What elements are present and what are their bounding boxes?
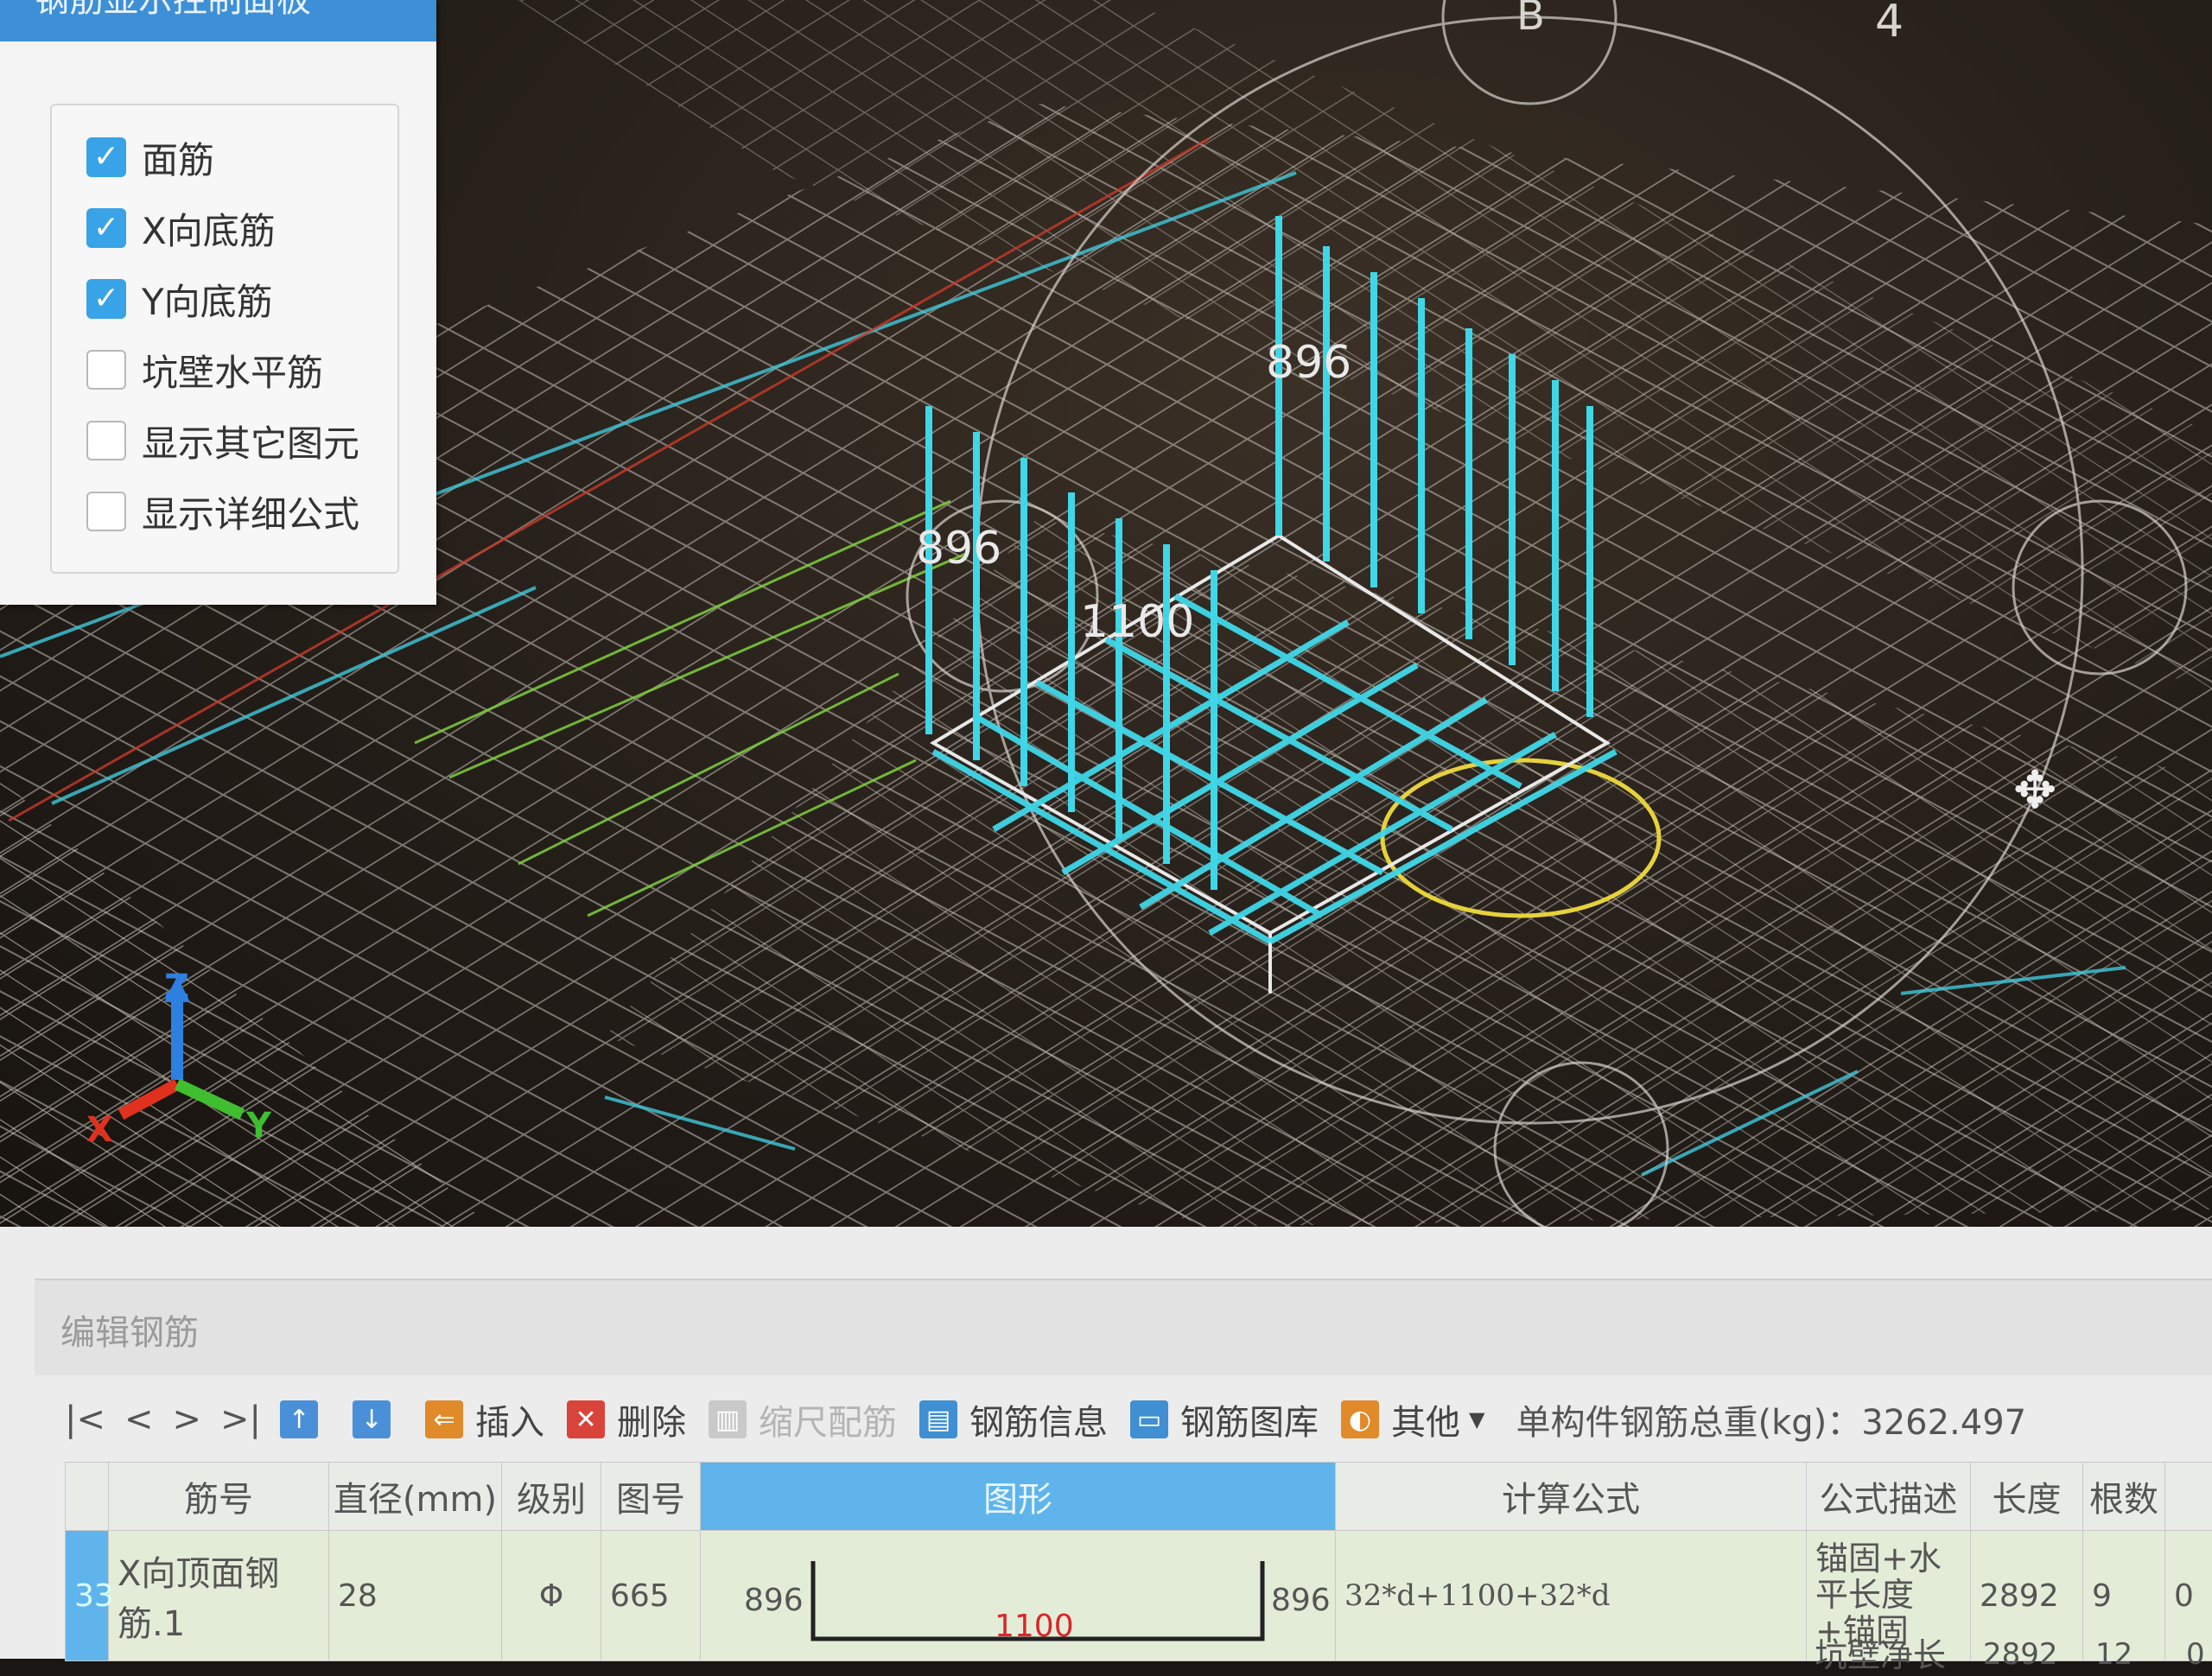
rebar-library-button[interactable]: ▭ 钢筋图库 bbox=[1130, 1394, 1319, 1444]
shape-mid-dim: 1100 bbox=[995, 1609, 1074, 1644]
grid-bubble-4: 4 bbox=[1875, 0, 1904, 48]
cell-formula[interactable]: 32*d+1100+32*d bbox=[1336, 1531, 1807, 1661]
shape-right-dim: 896 bbox=[1271, 1583, 1331, 1618]
axis-z-label: Z bbox=[164, 968, 189, 1007]
delete-icon: ✕ bbox=[567, 1400, 605, 1438]
rebar-editor-panel: 编辑钢筋 |< < > >| ↑ ↓ ⇐ 插入 ✕ 删除 ▥ 缩尺配筋 ▤ 钢筋信息 ▭… bbox=[0, 1227, 2212, 1659]
panel-title: 钢筋显示控制面板 bbox=[0, 0, 436, 41]
col-header-length[interactable]: 长度 bbox=[1971, 1463, 2083, 1531]
rebar-info-label: 钢筋信息 bbox=[969, 1394, 1108, 1444]
checkbox-group: ✓ 面筋 ✓ X向底筋 ✓ Y向底筋 坑壁水平筋 显示其它图元 显示详细公式 bbox=[50, 104, 399, 574]
nav-prev-button[interactable]: < bbox=[124, 1400, 154, 1439]
delete-button[interactable]: ✕ 删除 bbox=[567, 1394, 686, 1444]
other-dropdown-button[interactable]: ◐ 其他 ▼ bbox=[1341, 1394, 1484, 1444]
next-row-length: 2892 bbox=[1983, 1637, 2058, 1672]
col-header-formula[interactable]: 计算公式 bbox=[1336, 1463, 1807, 1531]
option-x-bottom-bars[interactable]: ✓ X向底筋 bbox=[86, 202, 276, 254]
grid-bubble-b: B bbox=[1516, 0, 1545, 40]
checkbox-checked-icon[interactable]: ✓ bbox=[86, 137, 126, 177]
insert-button[interactable]: ⇐ 插入 bbox=[425, 1394, 544, 1444]
editor-header: 编辑钢筋 bbox=[35, 1279, 2212, 1375]
move-cursor-icon: ✥ bbox=[2013, 760, 2056, 821]
insert-icon: ⇐ bbox=[425, 1400, 463, 1438]
checkbox-checked-icon[interactable]: ✓ bbox=[86, 279, 126, 319]
col-header bbox=[66, 1463, 109, 1531]
rebar-shape-diagram: 896 1100 896 bbox=[709, 1535, 1314, 1656]
option-top-bars[interactable]: ✓ 面筋 bbox=[86, 131, 214, 183]
nav-last-button[interactable]: >| bbox=[220, 1400, 261, 1439]
col-header-shape[interactable]: 图形 bbox=[701, 1463, 1336, 1531]
document-icon: ▤ bbox=[919, 1400, 957, 1438]
col-header-grade[interactable]: 级别 bbox=[502, 1463, 601, 1531]
option-label: 坑壁水平筋 bbox=[142, 344, 323, 397]
delete-label: 删除 bbox=[617, 1394, 686, 1444]
rebar-display-control-panel: 钢筋显示控制面板 ✓ 面筋 ✓ X向底筋 ✓ Y向底筋 坑壁水平筋 显示其它图元… bbox=[0, 0, 436, 605]
cell-grade[interactable]: Φ bbox=[502, 1531, 601, 1661]
checkbox-unchecked-icon[interactable] bbox=[86, 350, 126, 390]
option-label: 显示其它图元 bbox=[142, 415, 359, 467]
arrow-down-icon: ↓ bbox=[353, 1400, 391, 1438]
col-header-diameter[interactable]: 直径(mm) bbox=[329, 1463, 502, 1531]
nav-first-button[interactable]: |< bbox=[65, 1400, 105, 1439]
col-header-description[interactable]: 公式描述 bbox=[1807, 1463, 1971, 1531]
axis-x-label: X bbox=[86, 1110, 113, 1150]
library-icon: ▭ bbox=[1130, 1400, 1168, 1438]
move-up-button[interactable]: ↑ bbox=[280, 1400, 330, 1438]
next-row-count: 12 bbox=[2095, 1637, 2133, 1672]
nav-next-button[interactable]: > bbox=[173, 1400, 202, 1439]
col-header bbox=[2165, 1463, 2212, 1531]
option-pit-wall-bars[interactable]: 坑壁水平筋 bbox=[86, 344, 323, 396]
checkbox-unchecked-icon[interactable] bbox=[86, 492, 126, 531]
scale-rebar-label: 缩尺配筋 bbox=[759, 1394, 897, 1444]
axis-y-label: Y bbox=[246, 1106, 271, 1146]
table-header-row: 筋号 直径(mm) 级别 图号 图形 计算公式 公式描述 长度 根数 bbox=[66, 1463, 2212, 1531]
shape-left-dim: 896 bbox=[744, 1583, 804, 1618]
other-icon: ◐ bbox=[1341, 1400, 1379, 1438]
col-header-figure-no[interactable]: 图号 bbox=[601, 1463, 701, 1531]
chevron-down-icon: ▼ bbox=[1469, 1407, 1484, 1432]
col-header-bar-name[interactable]: 筋号 bbox=[109, 1463, 329, 1531]
option-label: X向底筋 bbox=[142, 202, 276, 255]
checkbox-unchecked-icon[interactable] bbox=[86, 421, 126, 460]
next-row-description: 坑壁净长 bbox=[1815, 1628, 1946, 1676]
dim-label-mid: 1100 bbox=[1080, 596, 1194, 648]
editor-title: 编辑钢筋 bbox=[60, 1305, 199, 1355]
arrow-up-icon: ↑ bbox=[280, 1400, 318, 1438]
option-show-other-elements[interactable]: 显示其它图元 bbox=[86, 415, 359, 467]
row-number[interactable]: 33 bbox=[66, 1531, 109, 1661]
option-label: 面筋 bbox=[142, 131, 214, 184]
option-label: 显示详细公式 bbox=[142, 486, 359, 538]
rebar-info-button[interactable]: ▤ 钢筋信息 bbox=[919, 1394, 1108, 1444]
option-label: Y向底筋 bbox=[142, 273, 273, 326]
total-weight-readout: 单构件钢筋总重(kg)：3262.497 bbox=[1516, 1394, 2027, 1444]
dim-label-left: 896 bbox=[916, 523, 1001, 575]
cell-figure-no[interactable]: 665 bbox=[601, 1531, 701, 1661]
dim-label-top: 896 bbox=[1266, 337, 1351, 389]
option-show-detailed-formula[interactable]: 显示详细公式 bbox=[86, 486, 359, 537]
next-row-extra: 0 bbox=[2186, 1637, 2205, 1672]
scale-rebar-button[interactable]: ▥ 缩尺配筋 bbox=[709, 1394, 897, 1444]
cell-bar-name[interactable]: X向顶面钢筋.1 bbox=[109, 1531, 329, 1661]
move-down-button[interactable]: ↓ bbox=[353, 1400, 403, 1438]
col-header-count[interactable]: 根数 bbox=[2083, 1463, 2165, 1531]
insert-label: 插入 bbox=[475, 1394, 544, 1444]
rebar-library-label: 钢筋图库 bbox=[1180, 1394, 1319, 1444]
other-label: 其他 bbox=[1391, 1394, 1460, 1444]
checkbox-checked-icon[interactable]: ✓ bbox=[86, 208, 126, 248]
editor-toolbar: |< < > >| ↑ ↓ ⇐插入 ✕删除 ▥缩尺配筋 ▤钢筋信息 ▭钢筋图库 … bbox=[65, 1381, 2212, 1458]
scale-icon: ▥ bbox=[709, 1400, 747, 1438]
option-y-bottom-bars[interactable]: ✓ Y向底筋 bbox=[86, 273, 273, 325]
cell-diameter[interactable]: 28 bbox=[329, 1531, 502, 1661]
cell-shape[interactable]: 896 1100 896 bbox=[701, 1531, 1336, 1661]
